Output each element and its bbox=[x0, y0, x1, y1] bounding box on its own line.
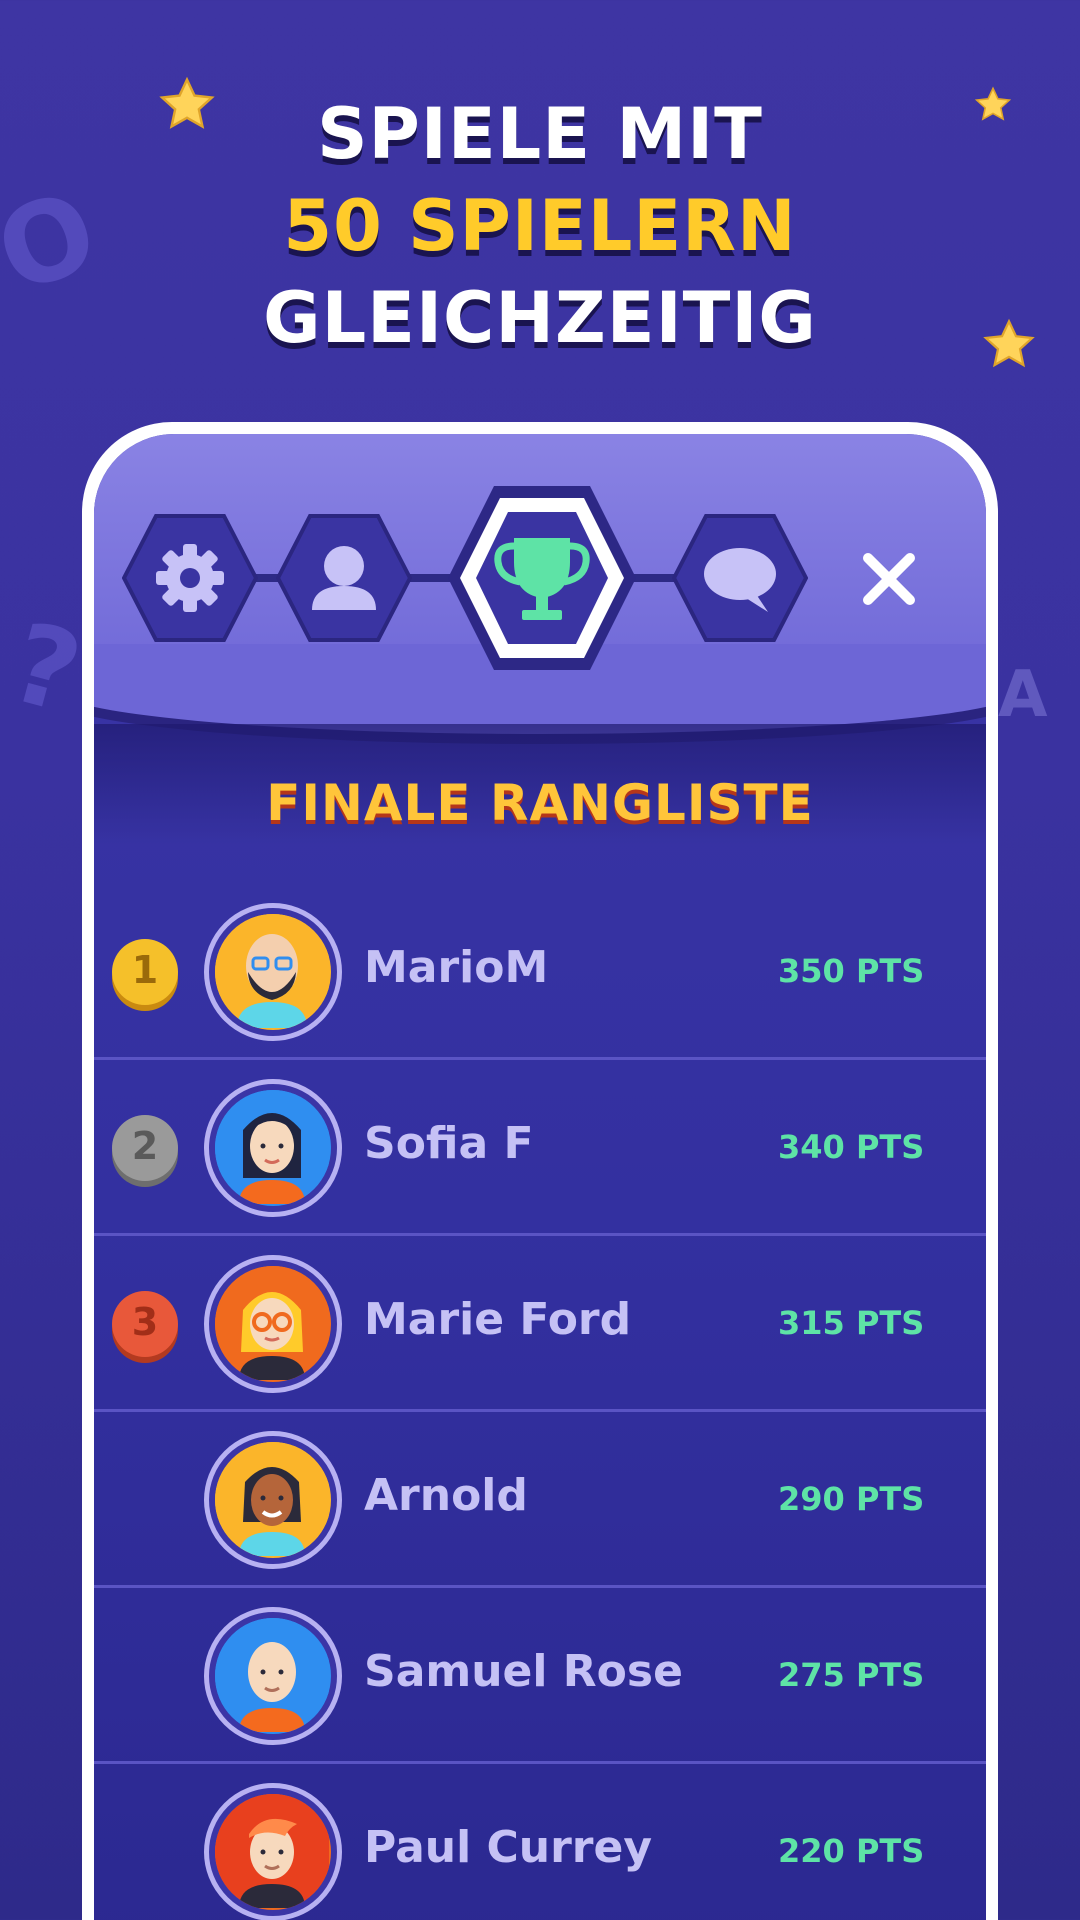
headline-line-3: GLEICHZEITIG bbox=[263, 277, 817, 359]
background-letter: ? bbox=[0, 597, 94, 739]
nav-profile-button[interactable] bbox=[276, 510, 412, 646]
avatar bbox=[204, 1431, 342, 1569]
gear-icon bbox=[156, 544, 224, 612]
player-name: MarioM bbox=[364, 942, 549, 993]
rank-badge-gold: 1 bbox=[112, 939, 178, 1005]
leaderboard-row[interactable]: 3 Marie Ford 315 PTS bbox=[94, 1236, 986, 1412]
bearded-man-avatar-icon bbox=[215, 914, 329, 1028]
star-icon bbox=[974, 86, 1012, 121]
player-points: 220 PTS bbox=[778, 1832, 925, 1870]
man-dreadlocks-avatar-icon bbox=[215, 1442, 329, 1556]
phone-frame: FINALE RANGLISTE 1 MarioM 350 PTS 2 Sofi… bbox=[82, 422, 998, 1920]
player-points: 340 PTS bbox=[778, 1128, 925, 1166]
woman-dark-hair-avatar-icon bbox=[215, 1090, 329, 1204]
leaderboard-row[interactable]: Samuel Rose 275 PTS bbox=[94, 1588, 986, 1764]
nav-leaderboard-button[interactable] bbox=[444, 480, 640, 676]
headline-line-2: 50 SPIELERN bbox=[283, 185, 797, 267]
leaderboard-row[interactable]: Paul Currey 220 PTS bbox=[94, 1764, 986, 1920]
background-letter: A bbox=[998, 658, 1048, 732]
leaderboard-list: 1 MarioM 350 PTS 2 Sofia F 340 PTS 3 Mar… bbox=[94, 884, 986, 1920]
rank-badge-silver: 2 bbox=[112, 1115, 178, 1181]
red-hair-man-avatar-icon bbox=[215, 1794, 329, 1908]
star-icon bbox=[983, 318, 1035, 368]
bald-man-avatar-icon bbox=[215, 1618, 329, 1732]
nav-chat-button[interactable] bbox=[672, 510, 808, 646]
leaderboard-title: FINALE RANGLISTE bbox=[266, 774, 814, 832]
avatar bbox=[204, 1079, 342, 1217]
leaderboard-row[interactable]: Arnold 290 PTS bbox=[94, 1412, 986, 1588]
close-button[interactable] bbox=[854, 544, 924, 614]
avatar bbox=[204, 1607, 342, 1745]
woman-blonde-avatar-icon bbox=[215, 1266, 329, 1380]
avatar bbox=[204, 1255, 342, 1393]
player-name: Paul Currey bbox=[364, 1822, 653, 1873]
player-name: Marie Ford bbox=[364, 1294, 632, 1345]
leaderboard-row[interactable]: 2 Sofia F 340 PTS bbox=[94, 1060, 986, 1236]
close-icon[interactable] bbox=[854, 544, 924, 614]
player-name: Arnold bbox=[364, 1470, 528, 1521]
leaderboard-row[interactable]: 1 MarioM 350 PTS bbox=[94, 884, 986, 1060]
star-icon bbox=[159, 76, 215, 129]
game-screen: FINALE RANGLISTE 1 MarioM 350 PTS 2 Sofi… bbox=[94, 434, 986, 1920]
player-name: Sofia F bbox=[364, 1118, 534, 1169]
player-name: Samuel Rose bbox=[364, 1646, 683, 1697]
avatar bbox=[204, 903, 342, 1041]
nav-settings-button[interactable] bbox=[122, 510, 258, 646]
player-points: 275 PTS bbox=[778, 1656, 925, 1694]
player-points: 315 PTS bbox=[778, 1304, 925, 1342]
player-points: 290 PTS bbox=[778, 1480, 925, 1518]
player-points: 350 PTS bbox=[778, 952, 925, 990]
avatar bbox=[204, 1783, 342, 1920]
rank-badge-bronze: 3 bbox=[112, 1291, 178, 1357]
